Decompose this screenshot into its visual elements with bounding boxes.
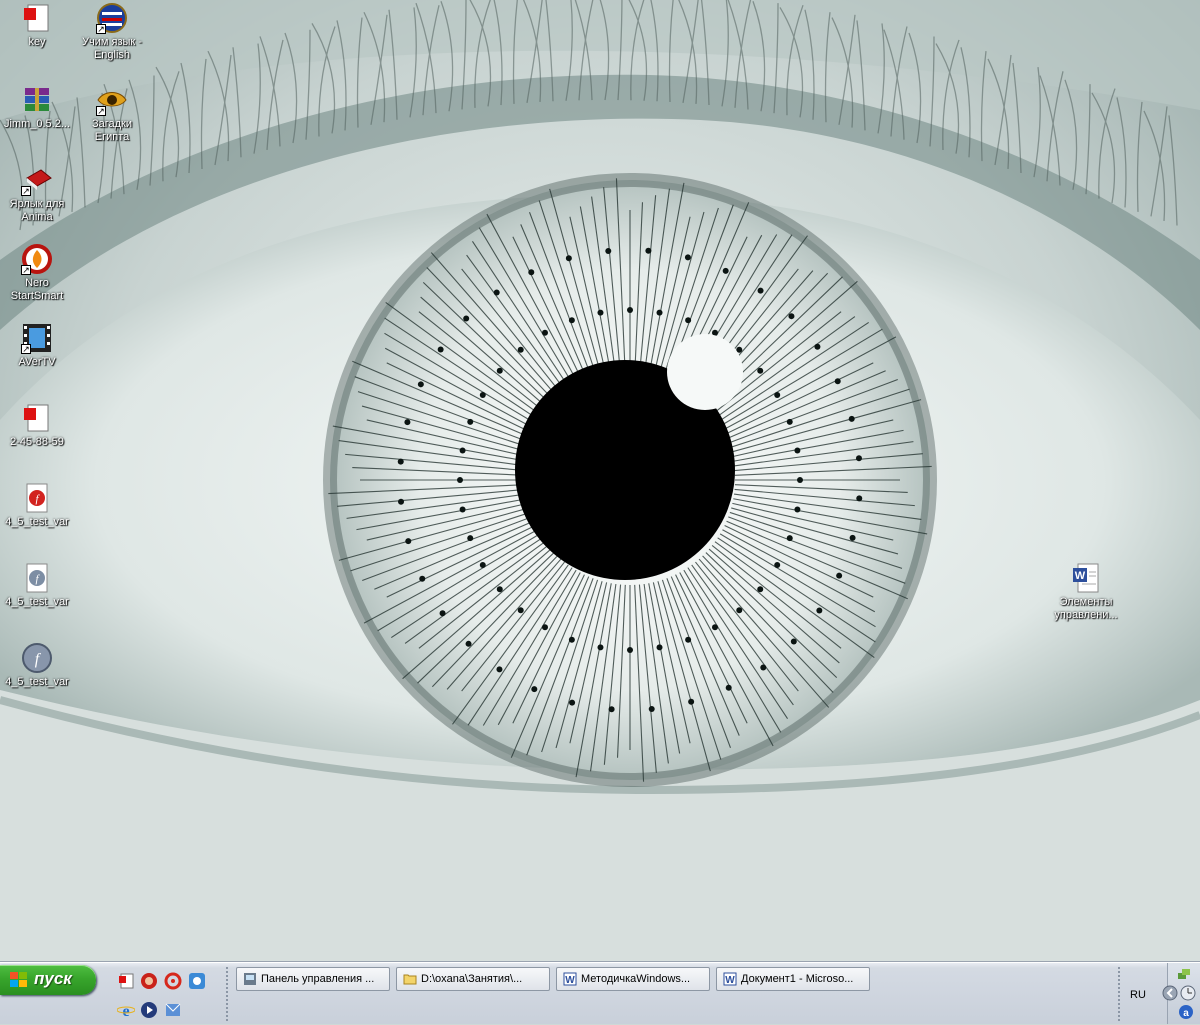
opera-icon[interactable] (140, 972, 158, 990)
desktop-icon-controls-doc[interactable]: W Элементы управлени... (1049, 562, 1123, 622)
desktop-wallpaper (0, 0, 1200, 962)
desktop-icon-english[interactable]: ↗ Учим язык - English (75, 2, 149, 62)
qip-icon[interactable] (188, 972, 206, 990)
nero-flame-icon: ↗ (21, 243, 53, 275)
flash-player-icon: f (21, 642, 53, 674)
folder-icon (403, 974, 417, 985)
task-button-word-document1[interactable]: W Документ1 - Microso... (716, 967, 870, 991)
back-arrow-icon[interactable] (1162, 985, 1178, 1001)
task-button-label: Панель управления ... (261, 973, 375, 986)
desktop-icon-jimm[interactable]: Jimm_0.5.2... (0, 84, 74, 131)
svg-text:W: W (1075, 570, 1086, 582)
desktop-icon-label: 2-45-88-59 (10, 436, 64, 448)
film-tv-icon: ↗ (21, 322, 53, 354)
internet-explorer-icon[interactable]: e (116, 1001, 136, 1020)
desktop-icon-label: Nero StartSmart (10, 277, 64, 302)
tray-separator (1118, 967, 1120, 1021)
red-book-icon: ↗ (21, 164, 53, 196)
desktop-icon-nero[interactable]: ↗ Nero StartSmart (0, 243, 74, 303)
start-button[interactable]: пуск (0, 965, 96, 995)
eye-wallpaper-image (0, 0, 1200, 962)
us-flag-globe-icon: ↗ (96, 2, 128, 34)
document-red-icon (21, 402, 53, 434)
desktop-icon-phone-doc[interactable]: 2-45-88-59 (0, 402, 74, 449)
word-icon: W (723, 972, 737, 986)
desktop-icon-test-var-2[interactable]: f 4_5_test_var (0, 562, 74, 609)
desktop-icon-label: Jimm_0.5.2... (3, 118, 71, 130)
desktop-icon-label: AVerTV (18, 356, 56, 368)
desktop-icon-anima[interactable]: ↗ Ярлык для Anima (0, 164, 74, 224)
svg-text:e: e (122, 1003, 129, 1019)
egypt-eye-icon: ↗ (96, 84, 128, 116)
system-tray: a (1162, 963, 1200, 1024)
desktop-icon-avertv[interactable]: ↗ AVerTV (0, 322, 74, 369)
update-icon[interactable]: a (1178, 1004, 1194, 1020)
desktop-icon-label: Элементы управлени... (1054, 596, 1118, 621)
flash-movie-document-icon: f (21, 562, 53, 594)
flash-document-icon: f (21, 482, 53, 514)
task-button-folder[interactable]: D:\oxana\Занятия\... (396, 967, 550, 991)
document-red-icon (21, 2, 53, 34)
task-button-label: D:\oxana\Занятия\... (421, 973, 523, 986)
svg-text:W: W (725, 975, 735, 986)
task-button-word-manual[interactable]: W МетодичкаWindows... (556, 967, 710, 991)
winrar-archive-icon (21, 84, 53, 116)
network-icon[interactable] (1176, 967, 1192, 983)
task-button-control-panel[interactable]: Панель управления ... (236, 967, 390, 991)
desktop-icon-label: key (28, 36, 46, 48)
svg-text:a: a (1183, 1008, 1189, 1019)
windows-logo-icon (10, 972, 27, 987)
task-button-label: Документ1 - Microso... (741, 973, 854, 986)
desktop-icon-test-var-1[interactable]: f 4_5_test_var (0, 482, 74, 529)
desktop-icon-test-var-3[interactable]: f 4_5_test_var (0, 642, 74, 689)
media-player-icon[interactable] (140, 1001, 158, 1019)
desktop-icon-label: Ярлык для Anima (9, 198, 65, 223)
word-icon: W (563, 972, 577, 986)
desktop-icon-label: Загадки Египта (91, 118, 133, 143)
antivirus-icon[interactable] (164, 972, 182, 990)
svg-text:W: W (565, 975, 575, 986)
task-button-label: МетодичкаWindows... (581, 973, 691, 986)
control-panel-icon (244, 973, 256, 986)
show-desktop-icon[interactable] (117, 972, 135, 990)
taskbar: пуск e Панель управления ... D:\oxana\За… (0, 962, 1200, 1024)
desktop-icon-label: 4_5_test_var (5, 676, 69, 688)
desktop-icon-key[interactable]: key (0, 2, 74, 49)
desktop-icon-egypt[interactable]: ↗ Загадки Египта (75, 84, 149, 144)
outlook-express-icon[interactable] (164, 1001, 182, 1019)
desktop-icon-label: 4_5_test_var (5, 516, 69, 528)
quick-launch-separator (226, 967, 228, 1021)
desktop-icon-label: 4_5_test_var (5, 596, 69, 608)
desktop-icon-label: Учим язык - English (82, 36, 142, 61)
word-document-icon: W (1070, 562, 1102, 594)
clock-icon[interactable] (1180, 985, 1196, 1001)
start-button-label: пуск (34, 969, 72, 988)
language-indicator[interactable]: RU (1130, 989, 1146, 1001)
